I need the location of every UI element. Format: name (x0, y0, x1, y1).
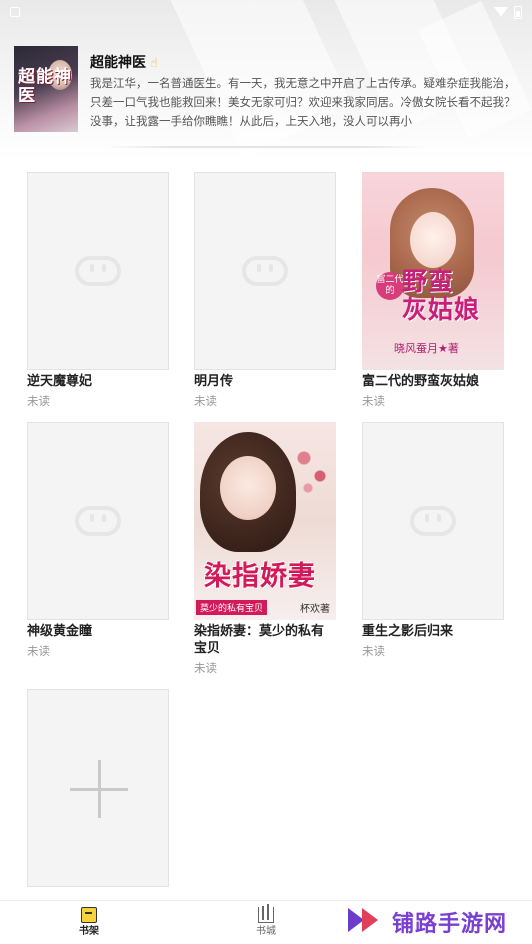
book-read-status: 未读 (362, 394, 385, 408)
cover-text-title: 染指娇妻 (204, 561, 316, 592)
cover-text-author: 晓风蚕月★著 (394, 342, 459, 355)
watermark-text: 铺路手游网 (392, 912, 508, 937)
watermark-arrow-icon (362, 908, 378, 932)
book-item[interactable]: 逆天魔尊妃 未读 (27, 172, 169, 409)
featured-book-title[interactable]: 超能神医 ☝ (90, 52, 158, 72)
book-item[interactable]: 重生之影后归来 未读 (362, 422, 504, 659)
book-cover[interactable]: 染指娇妻 莫少的私有宝贝 杯欢著 (194, 422, 336, 620)
cover-text-small: 富二代的 (376, 272, 404, 300)
book-read-status: 未读 (27, 644, 50, 658)
tab-bookshelf[interactable]: 书架 (59, 907, 119, 938)
featured-book-cover[interactable]: 超能神医 (14, 46, 78, 132)
bookstore-icon (258, 904, 274, 923)
featured-book-card[interactable]: 超能神医 超能神医 ☝ 我是江华，一名普通医生。有一天，我无意之中开启了上古传承。… (14, 46, 518, 136)
featured-cover-text: 超能神医 (18, 67, 72, 106)
book-read-status: 未读 (362, 644, 385, 658)
cover-art-flowers (292, 440, 332, 500)
book-item[interactable]: 神级黄金瞳 未读 (27, 422, 169, 659)
watermark-logo: 铺路手游网 (342, 898, 532, 942)
battery-icon (514, 5, 522, 19)
book-cover[interactable] (27, 422, 169, 620)
cover-text-subtitle: 莫少的私有宝贝 (196, 600, 268, 615)
book-read-status: 未读 (194, 661, 217, 675)
book-cover[interactable] (362, 422, 504, 620)
tab-bookstore[interactable]: 书城 (236, 904, 296, 938)
book-item[interactable]: 富二代的 野蛮 灰姑娘 晓风蚕月★著 富二代的野蛮灰姑娘 未读 (362, 172, 504, 409)
tab-bookstore-label: 书城 (256, 926, 276, 937)
book-title: 染指娇妻：莫少的私有宝贝 (194, 624, 325, 656)
cover-art-face (220, 456, 276, 520)
header-divider (106, 146, 426, 148)
book-item[interactable]: 明月传 未读 (194, 172, 336, 409)
thumbs-up-icon: ☝ (150, 56, 158, 71)
add-book-tile[interactable] (27, 689, 169, 887)
placeholder-cover-icon (410, 506, 456, 536)
status-bar (0, 0, 532, 24)
cover-art-face (410, 212, 456, 268)
cover-text-author: 杯欢著 (300, 604, 330, 615)
tab-bookshelf-label: 书架 (79, 926, 99, 937)
add-book-button[interactable] (27, 689, 169, 887)
book-read-status: 未读 (194, 394, 217, 408)
book-item[interactable]: 染指娇妻 莫少的私有宝贝 杯欢著 染指娇妻：莫少的私有宝贝 未读 (194, 422, 336, 676)
book-title: 逆天魔尊妃 (27, 374, 93, 389)
placeholder-cover-icon (75, 256, 121, 286)
book-read-status: 未读 (27, 394, 50, 408)
book-title: 富二代的野蛮灰姑娘 (362, 374, 480, 389)
book-title: 重生之影后归来 (362, 624, 454, 639)
book-title: 神级黄金瞳 (27, 624, 93, 639)
book-cover[interactable]: 富二代的 野蛮 灰姑娘 晓风蚕月★著 (362, 172, 504, 370)
featured-title-text: 超能神医 (90, 55, 146, 71)
book-cover[interactable] (27, 172, 169, 370)
placeholder-cover-icon (242, 256, 288, 286)
wifi-icon (494, 7, 508, 17)
notification-icon (10, 7, 20, 17)
placeholder-cover-icon (75, 506, 121, 536)
cover-text-title: 野蛮 灰姑娘 (402, 267, 481, 324)
featured-book-description: 我是江华，一名普通医生。有一天，我无意之中开启了上古传承。疑难杂症我能治，只差一… (90, 76, 516, 128)
book-cover[interactable] (194, 172, 336, 370)
bookshelf-icon (81, 907, 97, 923)
book-title: 明月传 (194, 374, 234, 389)
